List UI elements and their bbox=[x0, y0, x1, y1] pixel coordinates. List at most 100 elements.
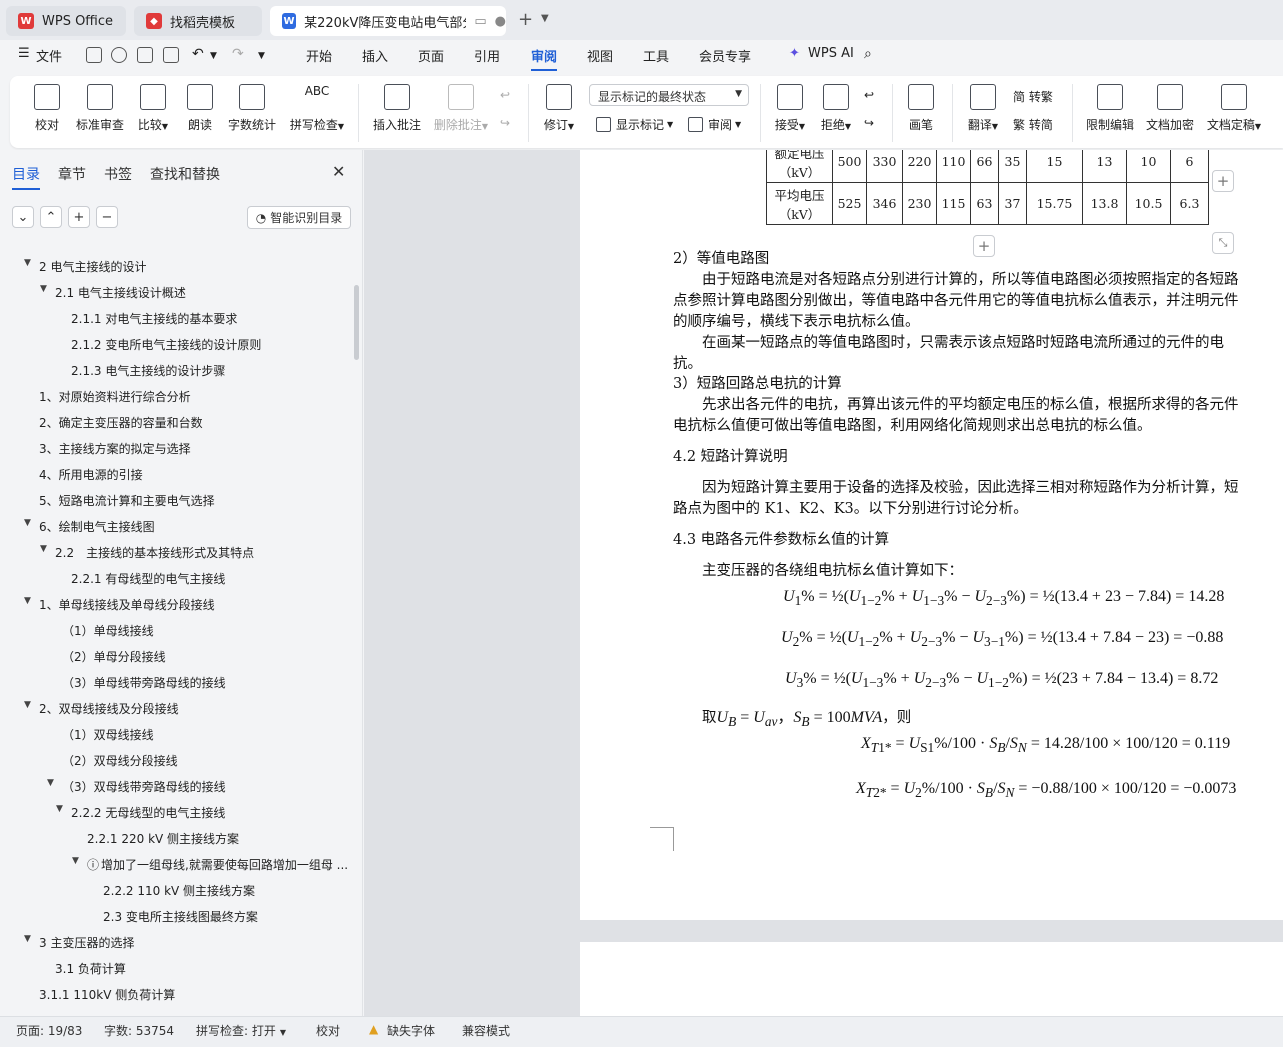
tab-document[interactable]: W 某220kV降压变电站电气部分... ▭ ● bbox=[270, 6, 506, 36]
print-icon[interactable] bbox=[137, 47, 153, 63]
toc-item[interactable]: （1）单母线接线 bbox=[62, 622, 154, 639]
word-count[interactable]: 字数: 53754 bbox=[104, 1022, 174, 1039]
read-aloud-button[interactable]: 朗读 bbox=[185, 84, 215, 144]
review-pane-button[interactable]: 审阅 ▼ bbox=[688, 116, 741, 133]
wps-ai-button[interactable]: WPS AI bbox=[808, 46, 854, 61]
menu-view[interactable]: 视图 bbox=[587, 46, 613, 65]
toc-item[interactable]: ▼ 3 主变压器的选择 bbox=[24, 934, 134, 951]
prev-comment-icon[interactable]: ↩ bbox=[500, 88, 510, 102]
menu-start[interactable]: 开始 bbox=[306, 46, 332, 65]
toc-item[interactable]: 2.2.1 有母线型的电气主接线 bbox=[71, 570, 225, 587]
toc-item[interactable]: 2.3 变电所主接线图最终方案 bbox=[103, 908, 258, 925]
toc-item[interactable]: 2.2.2 110 kV 侧主接线方案 bbox=[103, 882, 255, 899]
menu-insert[interactable]: 插入 bbox=[362, 46, 388, 65]
chevron-down-icon[interactable]: ▼ bbox=[541, 13, 549, 24]
hamburger-icon[interactable]: ☰ bbox=[18, 46, 30, 61]
tab-bookmarks[interactable]: 书签 bbox=[104, 164, 132, 184]
tab-template[interactable]: ◆ 找稻壳模板 bbox=[134, 6, 262, 36]
toc-item[interactable]: ▼ 1、单母线接线及单母线分段接线 bbox=[24, 596, 215, 613]
tab-find-replace[interactable]: 查找和替换 bbox=[150, 164, 220, 184]
table-resize-icon[interactable]: ⤡ bbox=[1212, 232, 1234, 254]
save-icon[interactable] bbox=[86, 47, 102, 63]
smart-toc-button[interactable]: ◔ 智能识别目录 bbox=[247, 206, 351, 229]
spell-check-status[interactable]: 拼写检查: 打开 ▼ bbox=[196, 1022, 286, 1039]
pen-button[interactable]: 画笔 bbox=[906, 84, 936, 144]
prev-change-icon[interactable]: ↩ bbox=[864, 88, 874, 102]
toc-item[interactable]: 2.1.1 对电气主接线的基本要求 bbox=[71, 310, 237, 327]
encrypt-button[interactable]: 文档加密 bbox=[1144, 84, 1196, 144]
to-simplified-button[interactable]: 繁 转简 bbox=[1013, 116, 1053, 133]
undo-dropdown-icon[interactable]: ▼ bbox=[210, 51, 217, 61]
revise-button[interactable]: 修订▼ bbox=[540, 84, 578, 144]
restrict-edit-button[interactable]: 限制编辑 bbox=[1084, 84, 1136, 144]
toc-item[interactable]: （1）双母线接线 bbox=[62, 726, 154, 743]
menu-tools[interactable]: 工具 bbox=[643, 46, 669, 65]
toc-item[interactable]: ▼ 2.1 电气主接线设计概述 bbox=[40, 284, 186, 301]
toc-item[interactable]: 4、所用电源的引接 bbox=[39, 466, 143, 483]
toc-item[interactable]: ▼ 2.2.2 无母线型的电气主接线 bbox=[56, 804, 225, 821]
sidebar-scrollbar[interactable] bbox=[354, 285, 359, 360]
toc-item[interactable]: 2.1.2 变电所电气主接线的设计原则 bbox=[71, 336, 261, 353]
toc-item[interactable]: 2.2.1 220 kV 侧主接线方案 bbox=[87, 830, 239, 847]
toc-item[interactable]: ▼ ⓘ 增加了一组母线,就需要使每回路增加一组母 ... bbox=[72, 856, 348, 873]
toc-item[interactable]: （2）单母分段接线 bbox=[62, 648, 166, 665]
document-page[interactable]: 额定电压（kV） 500 330 220 110 66 35 15 13 10 … bbox=[580, 150, 1283, 920]
collapse-all-icon[interactable]: ⌄ bbox=[12, 206, 34, 228]
toc-item[interactable]: ▼ 2.2 主接线的基本接线形式及其特点 bbox=[40, 544, 254, 561]
toc-item[interactable]: 5、短路电流计算和主要电气选择 bbox=[39, 492, 215, 509]
remove-heading-icon[interactable]: − bbox=[96, 206, 118, 228]
tab-sections[interactable]: 章节 bbox=[58, 164, 86, 184]
menu-review[interactable]: 审阅 bbox=[531, 46, 558, 71]
menu-page[interactable]: 页面 bbox=[418, 46, 444, 65]
toc-item[interactable]: 3、主接线方案的拟定与选择 bbox=[39, 440, 191, 457]
toc-item[interactable]: 2.1.3 电气主接线的设计步骤 bbox=[71, 362, 225, 379]
delete-comment-button[interactable]: 删除批注▼ bbox=[430, 84, 492, 144]
missing-font-status[interactable]: 缺失字体 bbox=[387, 1022, 435, 1039]
finalize-button[interactable]: 文档定稿▼ bbox=[1204, 84, 1264, 144]
proofread-button[interactable]: 校对 bbox=[32, 84, 62, 144]
accept-button[interactable]: 接受▼ bbox=[771, 84, 809, 144]
toc-item[interactable]: ▼ 2、双母线接线及分段接线 bbox=[24, 700, 179, 717]
file-menu[interactable]: 文件 bbox=[36, 46, 62, 65]
menu-reference[interactable]: 引用 bbox=[474, 46, 500, 65]
toc-item[interactable]: 3.1.1 110kV 侧负荷计算 bbox=[39, 986, 175, 1003]
toc-item[interactable]: 2、确定主变压器的容量和台数 bbox=[39, 414, 203, 431]
search-icon[interactable]: ⌕ bbox=[864, 46, 872, 62]
markup-state-select[interactable]: 显示标记的最终状态 ▼ bbox=[589, 84, 749, 106]
add-row-icon[interactable]: + bbox=[973, 235, 995, 257]
document-page[interactable] bbox=[580, 942, 1283, 1016]
new-tab-icon[interactable]: + bbox=[518, 9, 533, 30]
toc-item[interactable]: ▼ （3）双母线带旁路母线的接线 bbox=[47, 778, 226, 795]
reject-button[interactable]: 拒绝▼ bbox=[817, 84, 855, 144]
toc-item[interactable]: ▼ 6、绘制电气主接线图 bbox=[24, 518, 155, 535]
toc-item[interactable]: 3.1 负荷计算 bbox=[55, 960, 126, 977]
more-quick-icon[interactable]: ▼ bbox=[258, 51, 265, 61]
next-change-icon[interactable]: ↪ bbox=[864, 116, 874, 130]
redo-icon[interactable]: ↷ bbox=[232, 46, 244, 62]
toc-item[interactable]: （2）双母线分段接线 bbox=[62, 752, 178, 769]
tab-wps-office[interactable]: W WPS Office bbox=[6, 6, 126, 36]
expand-up-icon[interactable]: ⌃ bbox=[40, 206, 62, 228]
compat-mode-status[interactable]: 兼容模式 bbox=[462, 1022, 510, 1039]
page-indicator[interactable]: 页面: 19/83 bbox=[16, 1022, 82, 1039]
toc-item[interactable]: （3）单母线带旁路母线的接线 bbox=[62, 674, 226, 691]
menu-member[interactable]: 会员专享 bbox=[699, 46, 751, 65]
compare-button[interactable]: 比较▼ bbox=[134, 84, 172, 144]
spell-check-button[interactable]: ABC 拼写检查▼ bbox=[288, 84, 346, 144]
undo-icon[interactable]: ↶ bbox=[192, 46, 204, 62]
close-icon[interactable]: ✕ bbox=[332, 162, 345, 181]
tab-toc[interactable]: 目录 bbox=[12, 164, 40, 190]
next-comment-icon[interactable]: ↪ bbox=[500, 116, 510, 130]
export-icon[interactable] bbox=[111, 47, 127, 63]
add-column-icon[interactable]: + bbox=[1212, 170, 1234, 192]
proofread-status[interactable]: 校对 bbox=[316, 1022, 340, 1039]
toc-item[interactable]: ▼ 2 电气主接线的设计 bbox=[24, 258, 146, 275]
print-preview-icon[interactable] bbox=[163, 47, 179, 63]
std-review-button[interactable]: 标准审查 bbox=[74, 84, 126, 144]
add-heading-icon[interactable]: + bbox=[68, 206, 90, 228]
show-markup-button[interactable]: 显示标记 ▼ bbox=[596, 116, 673, 133]
insert-comment-button[interactable]: 插入批注 bbox=[372, 84, 422, 144]
to-traditional-button[interactable]: 简 转繁 bbox=[1013, 88, 1053, 105]
toc-item[interactable]: 1、对原始资料进行综合分析 bbox=[39, 388, 191, 405]
word-count-button[interactable]: 字数统计 bbox=[226, 84, 278, 144]
